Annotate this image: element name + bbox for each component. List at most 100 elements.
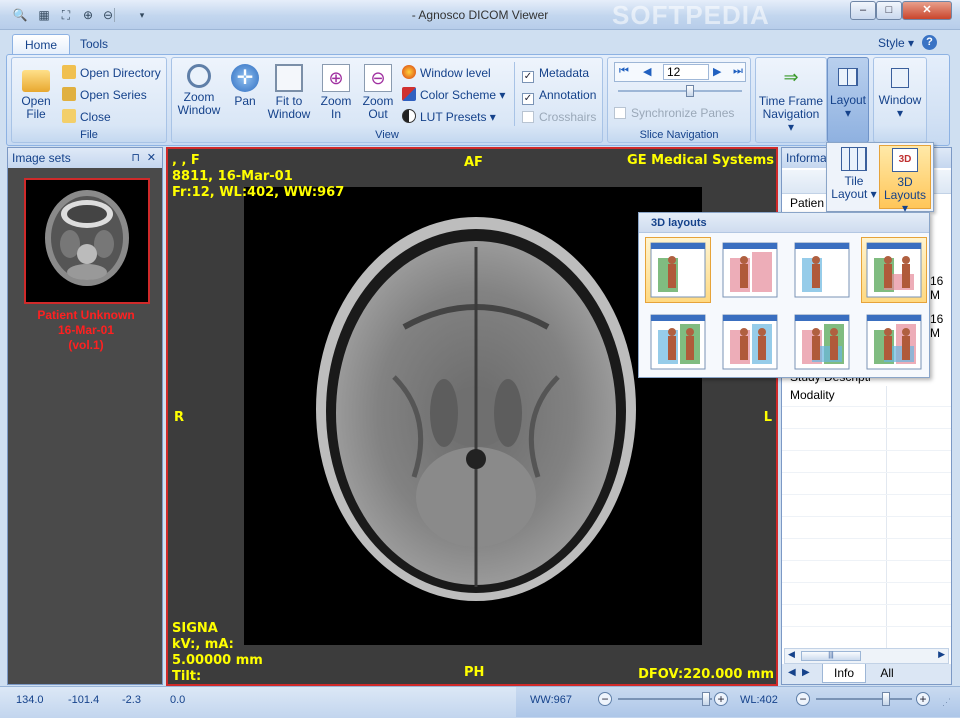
brain-scan-image <box>316 217 636 601</box>
tile-label-2: Layout ▾ <box>831 187 877 201</box>
open-file-button[interactable]: Open File <box>16 66 56 121</box>
3d-label-2: Layouts ▾ <box>883 188 927 215</box>
close-button[interactable]: ✕ <box>902 1 952 20</box>
window-level-label: Window level <box>420 66 491 80</box>
overlay-top-left: , , F 8811, 16-Mar-01 Fr:12, WL:402, WW:… <box>172 153 344 201</box>
last-slice-icon[interactable]: ⏭ <box>733 65 743 78</box>
mri-image[interactable] <box>244 187 702 645</box>
next-slice-icon[interactable]: ▶ <box>713 65 721 78</box>
check-icon: ✓ <box>522 93 534 105</box>
window-menu-button[interactable]: Window ▾ <box>873 57 927 143</box>
3d-layout-option[interactable] <box>717 309 783 375</box>
close-folder-icon <box>62 109 76 123</box>
window-level-button[interactable]: Window level <box>402 64 491 82</box>
overlay-patient-line: , , F <box>172 153 200 168</box>
close-label: Close <box>80 110 111 124</box>
file-group-label: File <box>80 129 98 141</box>
open-series-button[interactable]: Open Series <box>62 86 147 104</box>
row-line <box>782 516 951 517</box>
fit-to-window-button[interactable]: Fit to Window <box>266 64 312 121</box>
synchronize-panes-checkbox[interactable]: Synchronize Panes <box>614 104 734 122</box>
coord-y: -101.4 <box>68 694 100 706</box>
overlay-id-date: 8811, 16-Mar-01 <box>172 169 293 184</box>
3d-layouts-button[interactable]: 3D 3D Layouts ▾ <box>879 145 931 215</box>
ribbon-tabs: Home Tools Style ▾ ? <box>0 30 960 55</box>
ww-slider-thumb[interactable] <box>702 692 710 706</box>
first-slice-icon[interactable]: ⏮ <box>619 65 629 78</box>
pan-label: Pan <box>234 94 256 108</box>
minimize-button[interactable]: – <box>850 1 876 20</box>
prev-slice-icon[interactable]: ◀ <box>643 65 651 78</box>
open-directory-button[interactable]: Open Directory <box>62 64 161 82</box>
slice-number-input[interactable]: 12 <box>663 64 709 80</box>
ww-decrease-icon[interactable]: − <box>598 692 612 706</box>
3d-layout-option[interactable] <box>861 309 927 375</box>
3d-layout-option[interactable] <box>861 237 927 303</box>
tab-prev-icon[interactable]: ◀ <box>788 667 796 678</box>
3d-layout-option[interactable] <box>645 309 711 375</box>
zoom-in-button[interactable]: ⊕ Zoom In <box>318 64 354 121</box>
layout-preview-image <box>794 314 850 370</box>
information-title: Informa <box>786 151 827 165</box>
slice-slider-thumb[interactable] <box>686 85 694 97</box>
wl-increase-icon[interactable]: + <box>916 692 930 706</box>
modality-cell: Modality <box>790 388 835 402</box>
series-caption: Patient Unknown 16-Mar-01 (vol.1) <box>8 308 164 353</box>
annotation-label: Annotation <box>539 88 597 102</box>
tab-next-icon[interactable]: ▶ <box>802 667 810 678</box>
maximize-button[interactable]: □ <box>876 1 902 20</box>
wl-decrease-icon[interactable]: − <box>796 692 810 706</box>
slice-slider-track[interactable] <box>618 90 742 92</box>
pan-button[interactable]: ✛ Pan <box>228 64 262 108</box>
zoom-out-button[interactable]: ⊖ Zoom Out <box>360 64 396 121</box>
fit-label-1: Fit to <box>275 94 303 108</box>
overlay-device: SIGNA <box>172 621 218 636</box>
overlay-left: R <box>174 410 185 425</box>
wl-slider-track[interactable] <box>816 698 912 700</box>
color-scheme-button[interactable]: Color Scheme ▾ <box>402 86 505 104</box>
scrollbar-thumb[interactable]: ||| <box>801 651 861 661</box>
3d-layout-option[interactable] <box>717 237 783 303</box>
sun-icon <box>402 65 416 79</box>
timeframe-label-1: Time Frame <box>758 94 824 108</box>
crosshairs-checkbox[interactable]: Crosshairs <box>522 108 596 126</box>
3d-layout-option[interactable] <box>789 237 855 303</box>
lut-presets-button[interactable]: LUT Presets ▾ <box>402 108 496 126</box>
ww-increase-icon[interactable]: + <box>714 692 728 706</box>
open-directory-label: Open Directory <box>80 66 161 80</box>
tab-all[interactable]: All <box>868 664 906 683</box>
arrows-right-icon: ⇒ <box>783 67 799 87</box>
series-icon <box>62 87 76 101</box>
time-frame-navigation-button[interactable]: ⇒ Time Frame Navigation ▾ <box>758 64 824 134</box>
pin-icon[interactable]: ⊓ <box>131 148 140 168</box>
window-width-label: WW:967 <box>530 694 572 706</box>
close-panel-icon[interactable]: ✕ <box>147 148 156 168</box>
3d-layout-option[interactable] <box>645 237 711 303</box>
zoom-window-label-1: Zoom <box>183 90 215 104</box>
annotation-checkbox[interactable]: ✓ Annotation <box>522 86 597 105</box>
thumbnail-head-image <box>45 190 129 286</box>
series-thumbnail[interactable] <box>24 178 150 304</box>
help-icon[interactable]: ? <box>922 35 937 50</box>
scroll-left-icon[interactable]: ◀ <box>788 649 795 660</box>
metadata-checkbox[interactable]: ✓ Metadata <box>522 64 589 83</box>
layout-button[interactable]: Layout ▾ <box>827 57 869 143</box>
layout-preview-image <box>866 314 922 370</box>
3d-layout-option[interactable] <box>789 309 855 375</box>
close-file-button[interactable]: Close <box>62 108 111 126</box>
overlay-bottom-center: PH <box>464 665 485 680</box>
ww-slider-track[interactable] <box>618 698 712 700</box>
tile-layout-button[interactable]: Tile Layout ▾ <box>831 147 877 201</box>
horizontal-scrollbar[interactable]: ◀ ||| ▶ <box>784 648 949 664</box>
style-menu[interactable]: Style ▾ <box>878 36 914 50</box>
3d-layout-icon: 3D <box>892 148 918 172</box>
color-scheme-label: Color Scheme ▾ <box>420 88 506 102</box>
tab-home[interactable]: Home <box>12 34 71 55</box>
wl-slider-thumb[interactable] <box>882 692 890 706</box>
tab-tools[interactable]: Tools <box>68 34 120 55</box>
zoom-window-button[interactable]: Zoom Window <box>174 64 224 117</box>
layout-dropdown: Tile Layout ▾ 3D 3D Layouts ▾ <box>826 142 934 215</box>
scroll-right-icon[interactable]: ▶ <box>938 649 945 660</box>
overlay-frame-window: Fr:12, WL:402, WW:967 <box>172 185 345 200</box>
tab-info[interactable]: Info <box>822 664 866 683</box>
